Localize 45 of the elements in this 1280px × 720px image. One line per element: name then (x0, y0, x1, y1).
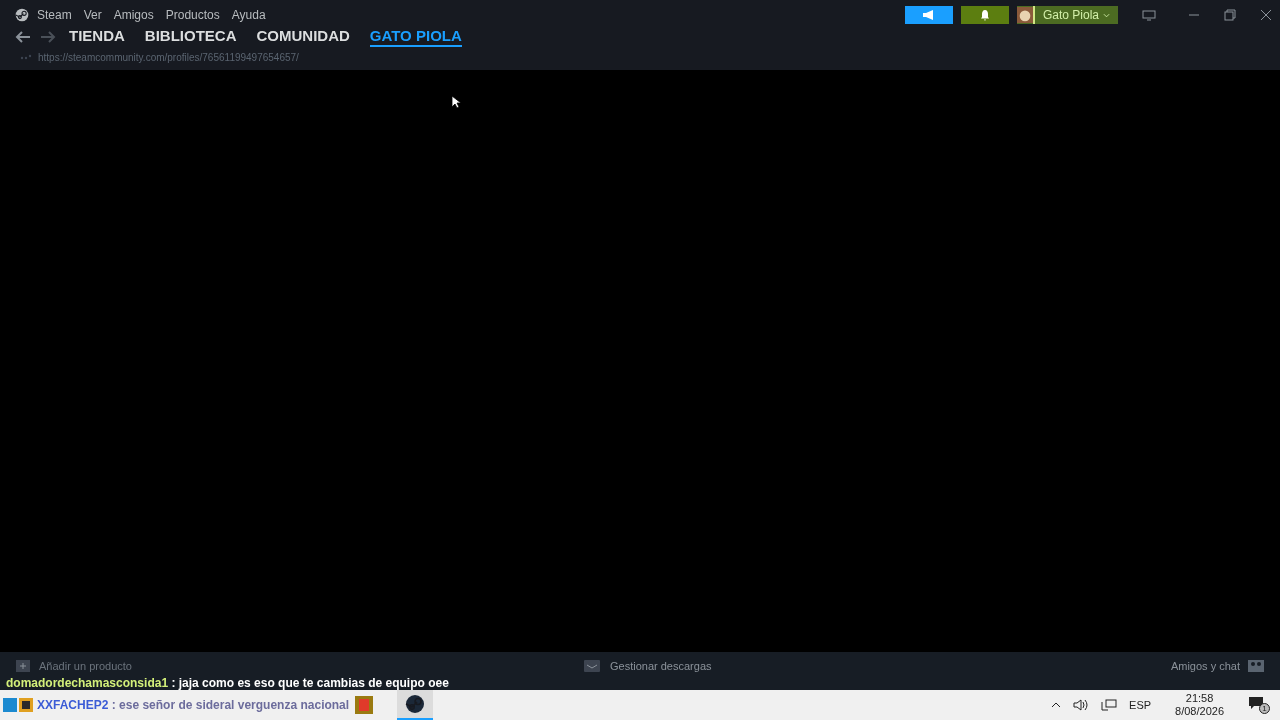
avatar-icon (1016, 6, 1035, 24)
menu-item[interactable]: Amigos (113, 6, 154, 24)
menu-item[interactable]: Productos (165, 6, 220, 24)
megaphone-icon (921, 10, 936, 20)
plus-icon[interactable] (16, 660, 30, 672)
start-icon[interactable] (3, 698, 17, 712)
monitor-icon[interactable] (1142, 9, 1156, 21)
nav-tab[interactable]: COMUNIDAD (256, 27, 350, 47)
app-icon[interactable] (355, 696, 374, 714)
bell-icon (979, 9, 990, 21)
notifications-button[interactable] (960, 6, 1009, 24)
downloads-button[interactable]: Gestionar descargas (610, 657, 712, 675)
friends-icon[interactable] (1248, 660, 1264, 672)
account-menu[interactable]: Gato Piola (1016, 6, 1118, 24)
speaker-icon[interactable] (1073, 699, 1090, 711)
app-icon[interactable] (19, 698, 33, 712)
menu-item[interactable]: Ayuda (231, 6, 266, 24)
close-icon[interactable] (1260, 9, 1272, 21)
cursor-icon (451, 95, 461, 109)
nav-tab[interactable]: TIENDA (69, 27, 125, 47)
chevron-up-icon[interactable] (1051, 702, 1062, 708)
steam-logo-icon (15, 8, 29, 22)
clock-date: 8/08/2026 (1175, 705, 1224, 718)
steam-icon (405, 694, 426, 714)
loading-icon (20, 53, 32, 61)
download-icon[interactable] (584, 660, 600, 672)
notification-button[interactable]: 1 (1248, 696, 1270, 714)
caret-icon (1103, 12, 1110, 18)
announcements-button[interactable] (904, 6, 953, 24)
clock-time: 21:58 (1185, 692, 1214, 705)
restore-icon[interactable] (1224, 9, 1236, 21)
url-text: https://steamcommunity.com/profiles/76561199497654657/ (38, 50, 299, 65)
chat-message: domadordechamasconsida1 : jaja como es eso que te cambias de equipo oee (6, 676, 449, 690)
friends-chat-button[interactable]: Amigos y chat (1170, 657, 1240, 675)
nav-tab[interactable]: BIBLIOTECA (144, 27, 237, 47)
forward-arrow-icon[interactable] (40, 31, 56, 43)
menu-item[interactable]: Ver (83, 6, 102, 24)
network-icon[interactable] (1101, 699, 1118, 711)
chat-message: XXFACHEP2 : ese señor de sideral verguenza nacional (37, 697, 350, 714)
menu-item[interactable]: Steam (37, 6, 72, 24)
back-arrow-icon[interactable] (15, 31, 31, 43)
nav-tab[interactable]: GATO PIOLA (369, 27, 462, 47)
add-product-button[interactable]: Añadir un producto (39, 657, 132, 675)
language-indicator[interactable]: ESP (1129, 696, 1152, 714)
steam-taskbar-button[interactable] (397, 690, 434, 720)
